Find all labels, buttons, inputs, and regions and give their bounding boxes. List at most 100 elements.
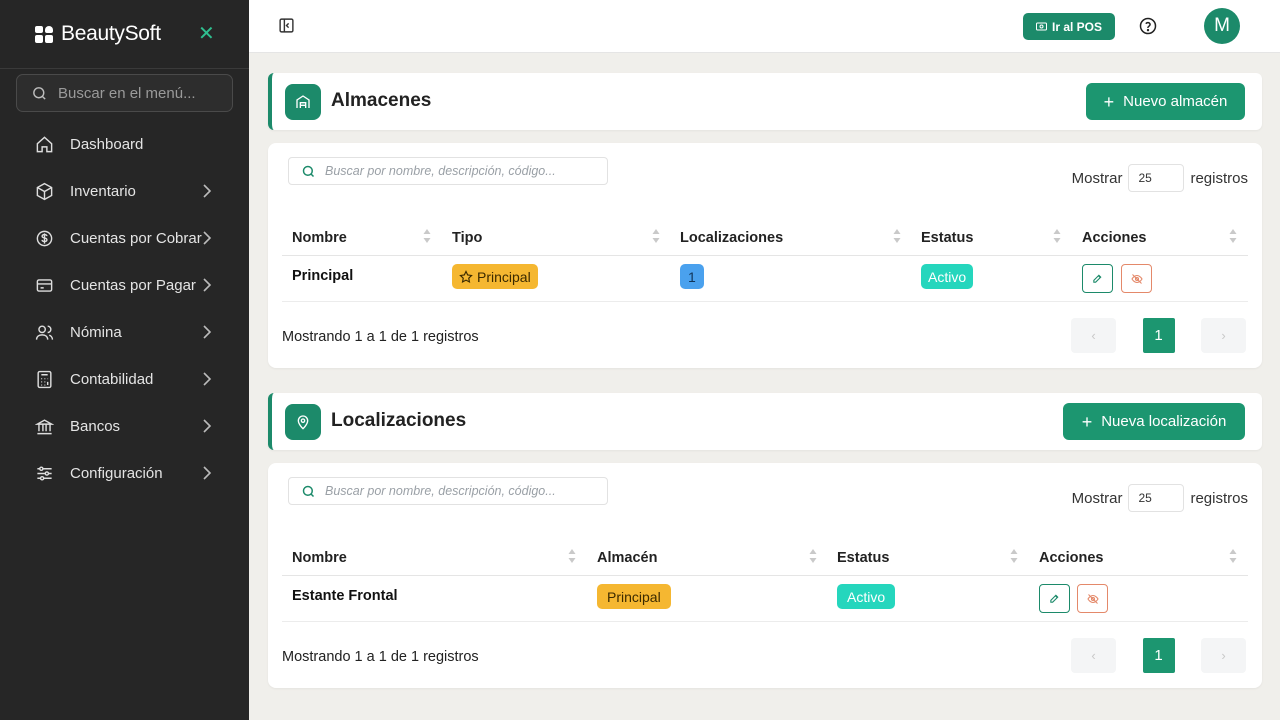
sidebar-item-label: Cuentas por Pagar <box>70 277 196 294</box>
column-acciones[interactable]: Acciones <box>1082 230 1146 246</box>
edit-icon <box>1050 594 1059 603</box>
sidebar-item-label: Configuración <box>70 465 163 482</box>
deactivate-button[interactable] <box>1121 264 1152 293</box>
previous-page-button[interactable]: ‹ <box>1071 318 1116 353</box>
sliders-icon <box>35 464 54 483</box>
column-tipo[interactable]: Tipo <box>452 230 482 246</box>
table-info: Mostrando 1 a 1 de 1 registros <box>282 649 479 665</box>
bank-icon <box>35 417 54 436</box>
sidebar-item-inventario[interactable]: Inventario <box>0 168 249 215</box>
next-page-button[interactable]: › <box>1201 318 1246 353</box>
sidebar-item-label: Nómina <box>70 324 122 341</box>
page-number: 1 <box>1142 638 1175 673</box>
show-prefix: Mostrar <box>1071 169 1123 187</box>
sort-icon[interactable] <box>893 228 901 244</box>
localizaciones-header: Localizaciones + Nueva localización <box>268 393 1262 450</box>
column-acciones[interactable]: Acciones <box>1039 550 1103 566</box>
chevron-right-icon <box>203 466 212 480</box>
previous-page-button[interactable]: ‹ <box>1071 638 1116 673</box>
search-icon <box>302 165 315 177</box>
page-button[interactable]: 1 <box>1136 318 1181 353</box>
sidebar-item-bancos[interactable]: Bancos <box>0 403 249 450</box>
pagination: ‹ 1 › <box>1071 638 1246 673</box>
eye-off-icon <box>1130 273 1143 284</box>
page-number: 1 <box>1142 318 1175 353</box>
new-warehouse-button[interactable]: + Nuevo almacén <box>1086 83 1245 120</box>
sort-icon[interactable] <box>423 228 431 244</box>
localizaciones-search[interactable] <box>288 477 608 505</box>
chevron-right-icon <box>203 325 212 339</box>
sort-icon[interactable] <box>809 548 817 564</box>
logo-icon <box>35 25 54 43</box>
sidebar: BeautySoft ✕ Dashboard Inventario Cuenta… <box>0 0 249 720</box>
warehouse-badge: Principal <box>597 584 671 609</box>
edit-icon <box>1093 274 1102 283</box>
sort-icon[interactable] <box>1053 228 1061 244</box>
chevron-right-icon <box>203 372 212 386</box>
star-icon <box>459 269 473 283</box>
go-to-pos-button[interactable]: Ir al POS <box>1023 13 1115 40</box>
show-suffix: registros <box>1190 169 1248 187</box>
sort-icon[interactable] <box>1229 548 1237 564</box>
page-length: Mostrar 25 registros <box>1072 484 1248 512</box>
page-title: Almacenes <box>331 90 432 111</box>
dollar-circle-icon <box>35 229 54 248</box>
column-estatus[interactable]: Estatus <box>837 550 889 566</box>
page-button[interactable]: 1 <box>1136 638 1181 673</box>
table-header: Nombre Tipo Localizaciones Estatus Accio… <box>282 221 1248 256</box>
menu-search[interactable] <box>16 74 233 112</box>
column-estatus[interactable]: Estatus <box>921 230 973 246</box>
page-length: Mostrar 25 registros <box>1072 164 1248 192</box>
go-to-pos-label: Ir al POS <box>1051 19 1103 34</box>
sort-icon[interactable] <box>1229 228 1237 244</box>
status-badge: Activo <box>921 264 974 289</box>
calculator-icon <box>35 370 54 389</box>
sidebar-item-contabilidad[interactable]: Contabilidad <box>0 356 249 403</box>
pagination: ‹ 1 › <box>1071 318 1246 353</box>
chevron-right-icon <box>203 184 212 198</box>
column-almacen[interactable]: Almacén <box>597 550 657 566</box>
sort-icon[interactable] <box>652 228 660 244</box>
column-nombre[interactable]: Nombre <box>292 230 347 246</box>
sidebar-item-nomina[interactable]: Nómina <box>0 309 249 356</box>
column-localizaciones[interactable]: Localizaciones <box>680 230 783 246</box>
count-badge: 1 <box>680 264 704 289</box>
credit-card-icon <box>35 276 54 295</box>
sidebar-item-cuentas-por-pagar[interactable]: Cuentas por Pagar <box>0 262 249 309</box>
sidebar-item-cuentas-por-cobrar[interactable]: Cuentas por Cobrar <box>0 215 249 262</box>
menu-search-input[interactable] <box>58 84 218 102</box>
plus-icon: + <box>1081 411 1093 432</box>
almacenes-search[interactable] <box>288 157 608 185</box>
column-nombre[interactable]: Nombre <box>292 550 347 566</box>
user-avatar[interactable]: M <box>1204 8 1240 44</box>
cell-nombre: Estante Frontal <box>292 588 398 604</box>
page-length-select[interactable]: 25 <box>1128 164 1185 192</box>
topbar: Ir al POS M <box>249 0 1280 53</box>
table-row: Principal Principal 1 Activo <box>282 256 1248 302</box>
sidebar-item-label: Inventario <box>70 183 136 200</box>
show-suffix: registros <box>1190 489 1248 507</box>
table-row: Estante Frontal Principal Activo <box>282 576 1248 622</box>
edit-button[interactable] <box>1039 584 1070 613</box>
deactivate-button[interactable] <box>1077 584 1108 613</box>
sidebar-toggle-icon[interactable] <box>278 17 295 39</box>
page-length-select[interactable]: 25 <box>1128 484 1185 512</box>
section-title: Localizaciones <box>331 410 467 431</box>
new-location-button[interactable]: + Nueva localización <box>1063 403 1245 440</box>
sidebar-item-dashboard[interactable]: Dashboard <box>0 121 249 168</box>
next-page-button[interactable]: › <box>1201 638 1246 673</box>
sidebar-item-configuracion[interactable]: Configuración <box>0 450 249 497</box>
sort-icon[interactable] <box>568 548 576 564</box>
sort-icon[interactable] <box>1010 548 1018 564</box>
brand-name: BeautySoft <box>61 22 161 45</box>
status-badge: Activo <box>837 584 896 609</box>
edit-button[interactable] <box>1082 264 1113 293</box>
search-icon <box>302 485 315 497</box>
sidebar-item-label: Bancos <box>70 418 121 435</box>
help-icon[interactable] <box>1139 17 1157 40</box>
localizaciones-search-input[interactable] <box>325 484 595 498</box>
close-sidebar-icon[interactable]: ✕ <box>198 24 215 44</box>
sidebar-item-label: Dashboard <box>70 136 144 153</box>
almacenes-search-input[interactable] <box>325 164 595 178</box>
brand-logo[interactable]: BeautySoft <box>35 22 161 46</box>
